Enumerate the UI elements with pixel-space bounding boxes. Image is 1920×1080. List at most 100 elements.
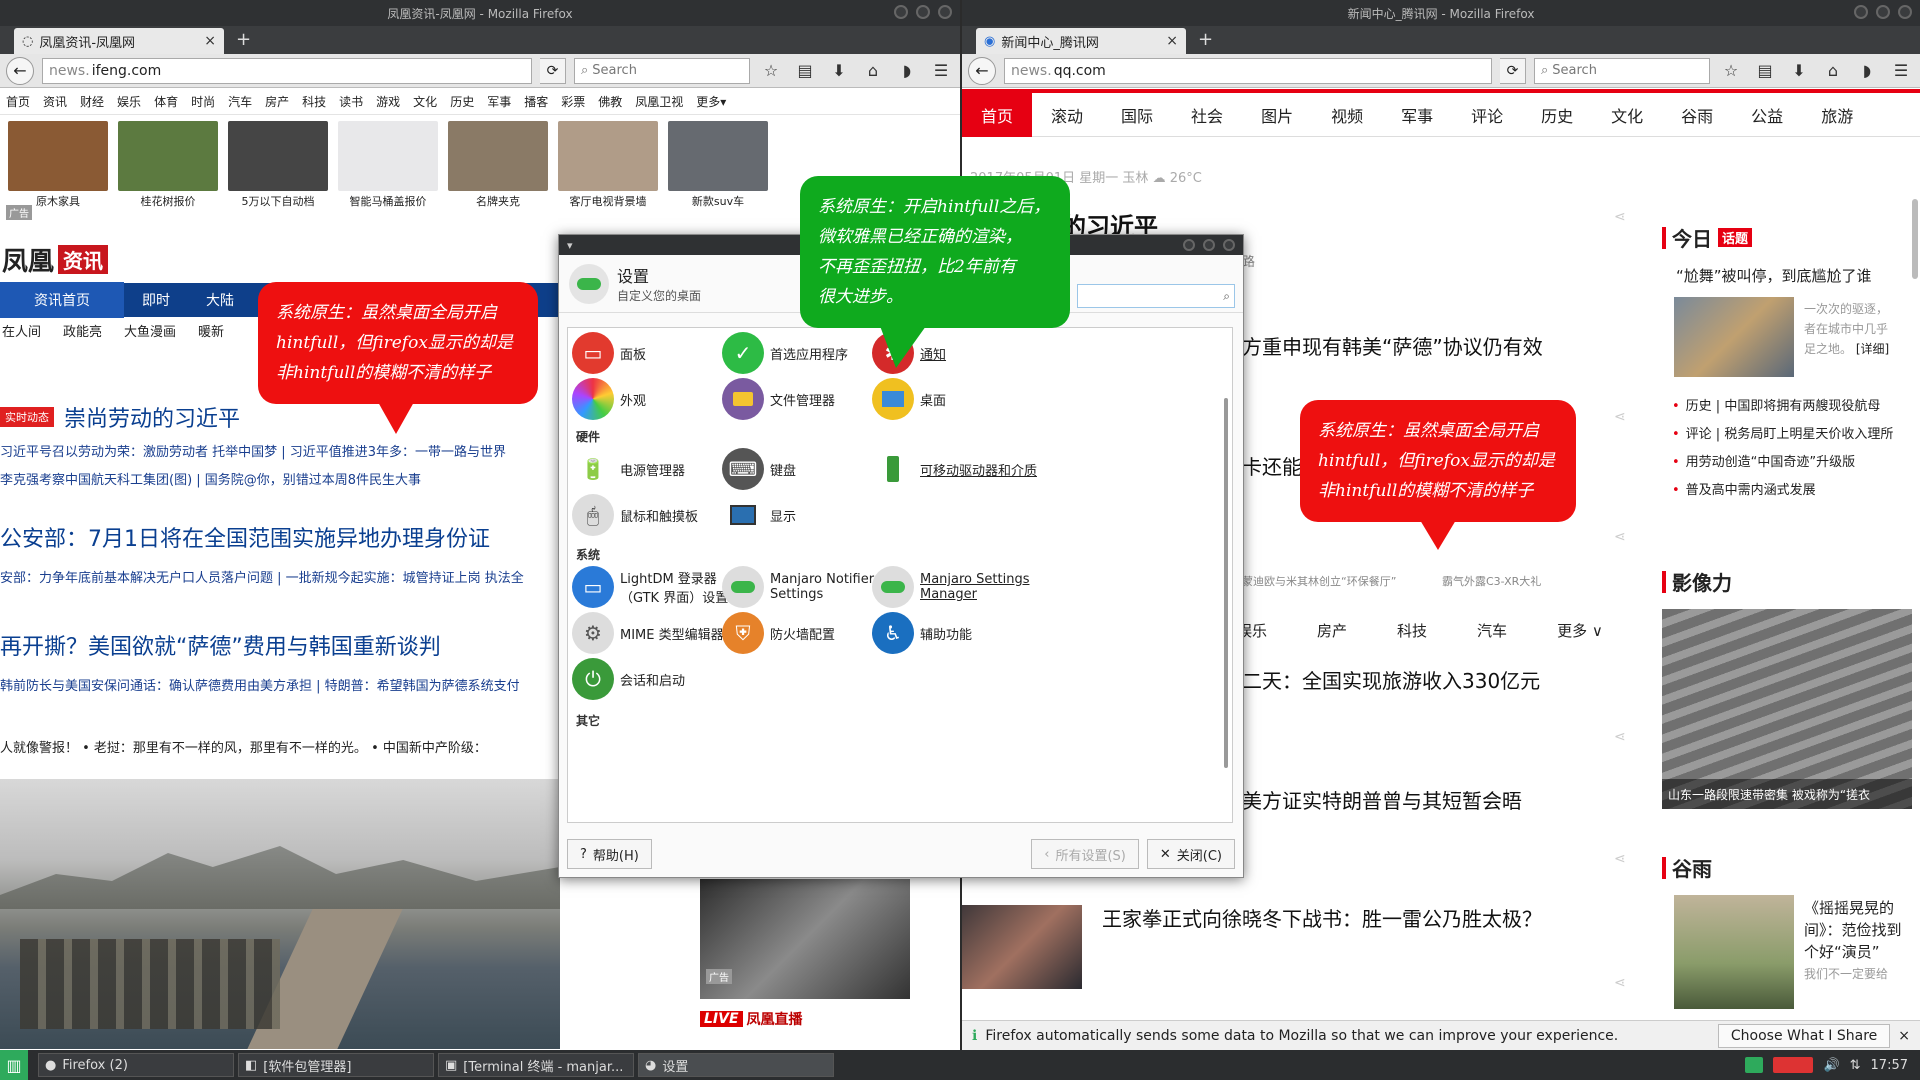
qq-nav-tab[interactable]: 旅游 (1802, 93, 1872, 137)
choose-share-button[interactable]: Choose What I Share (1717, 1023, 1891, 1048)
maximize-button[interactable] (1203, 239, 1215, 251)
share-icon[interactable]: ⋖ (1614, 851, 1626, 867)
qq-title-5[interactable]: 美方证实特朗普曾与其短暂会晤 (1242, 785, 1522, 814)
item-accessibility[interactable]: ♿ 辅助功能 (872, 612, 972, 654)
hot-links-1[interactable]: 习近平号召以劳动为荣：激励劳动者 托举中国梦 | 习近平值推进3年多：一带一路与… (0, 441, 506, 460)
item-manjaro-notifier[interactable]: Manjaro Notifier Settings (722, 566, 874, 608)
volume-icon[interactable]: 🔊 (1823, 1058, 1839, 1073)
download-icon[interactable]: ⬇ (826, 58, 852, 84)
start-menu-button[interactable]: ▥ (0, 1050, 28, 1080)
news-photo-harbor[interactable] (0, 779, 560, 1049)
close-window-button[interactable] (1223, 239, 1235, 251)
close-window-button[interactable] (1898, 5, 1912, 19)
minimize-button[interactable] (894, 5, 908, 19)
sub-menu-link[interactable]: 暖新 (198, 321, 224, 340)
pocket-icon[interactable]: ◗ (1854, 58, 1880, 84)
channel-link[interactable]: 军事 (487, 93, 511, 110)
ifeng-live-logo[interactable]: LIVE 凤凰直播 (700, 1009, 803, 1029)
taskbar-item[interactable]: ● Firefox (2) (38, 1053, 234, 1077)
category-tab[interactable]: 汽车 (1477, 620, 1507, 641)
qq-title-4[interactable]: 二天：全国实现旅游收入330亿元 (1242, 665, 1540, 694)
share-icon[interactable]: ⋖ (1614, 729, 1626, 745)
channel-link[interactable]: 房产 (265, 93, 289, 110)
close-window-button[interactable] (938, 5, 952, 19)
minimize-button[interactable] (1854, 5, 1868, 19)
channel-link[interactable]: 读书 (339, 93, 363, 110)
section-tab[interactable]: 大陆 (188, 290, 252, 310)
qq-thumb-image[interactable] (962, 905, 1082, 989)
home-icon[interactable]: ⌂ (1820, 58, 1846, 84)
item-mouse[interactable]: 🖱 鼠标和触摸板 (572, 494, 698, 536)
hot-headline[interactable]: 崇尚劳动的习近平 (64, 401, 240, 433)
qq-nav-tab[interactable]: 评论 (1452, 93, 1522, 137)
qq-title-2[interactable]: 方重申现有韩美“萨德”协议仍有效 (1242, 331, 1543, 360)
window-titlebar[interactable]: 凤凰资讯-凤凰网 - Mozilla Firefox (0, 0, 960, 26)
workspace-icon[interactable] (1773, 1057, 1814, 1073)
sub-menu-link[interactable]: 政能亮 (63, 321, 102, 340)
channel-link[interactable]: 游戏 (376, 93, 400, 110)
channel-link[interactable]: 时尚 (191, 93, 215, 110)
channel-link[interactable]: 历史 (450, 93, 474, 110)
clock[interactable]: 17:57 (1871, 1058, 1908, 1073)
item-preferred-apps[interactable]: ✓ 首选应用程序 (722, 332, 848, 374)
qq-nav-tab[interactable]: 首页 (962, 92, 1033, 137)
channel-link[interactable]: 佛教 (598, 93, 622, 110)
reading-list-icon[interactable]: ▤ (1752, 58, 1778, 84)
all-settings-button[interactable]: ‹ 所有设置(S) (1031, 839, 1139, 869)
links-4[interactable]: 韩前防长与美国安保问通话：确认萨德费用由美方承担 | 特朗普：希望韩国为萨德系统… (0, 675, 520, 694)
channel-link[interactable]: 娱乐 (117, 93, 141, 110)
channel-link[interactable]: 汽车 (228, 93, 252, 110)
dialog-scrollbar[interactable] (1224, 398, 1228, 768)
reload-button[interactable]: ⟳ (540, 57, 566, 84)
headline-3[interactable]: 再开撕？美国欲就“萨德”费用与韩国重新谈判 (0, 629, 441, 661)
reading-list-icon[interactable]: ▤ (792, 58, 818, 84)
url-bar[interactable]: news. ifeng.com (42, 57, 532, 84)
channel-link[interactable]: 体育 (154, 93, 178, 110)
close-tab-icon[interactable]: × (1166, 33, 1178, 49)
list-item[interactable]: 用劳动创造“中国奇迹”升级版 (1672, 451, 1855, 470)
today-image[interactable] (1674, 297, 1794, 377)
item-manjaro-settings-manager[interactable]: Manjaro Settings Manager (872, 566, 1029, 608)
channel-link[interactable]: 资讯 (43, 93, 67, 110)
gy-text-block[interactable]: 《摇摇晃晃的 间》：范俭找到 个好“演员” 我们不一定要给 (1804, 897, 1902, 985)
channel-link[interactable]: 凤凰卫视 (635, 93, 683, 110)
qq-nav-tab[interactable]: 公益 (1732, 93, 1802, 137)
ad-item[interactable]: 智能马桶盖报价 (338, 121, 438, 209)
search-bar[interactable]: ⌕ Search (1534, 57, 1710, 84)
ad-item[interactable]: 新款suv车 (668, 121, 768, 209)
new-tab-button[interactable]: + (236, 29, 251, 50)
headline-2[interactable]: 公安部：7月1日将在全国范围实施异地办理身份证 (0, 521, 490, 553)
category-tab[interactable]: 房产 (1317, 620, 1347, 641)
ad-item[interactable]: 桂花树报价 (118, 121, 218, 209)
qq-caption-b[interactable]: 霸气外露C3-XR大礼 (1442, 573, 1541, 589)
item-appearance[interactable]: 外观 (572, 378, 646, 420)
channel-link[interactable]: 播客 (524, 93, 548, 110)
taskbar-item[interactable]: ◕ 设置 (638, 1053, 834, 1077)
ad-item[interactable]: 名牌夹克 (448, 121, 548, 209)
channel-link[interactable]: 首页 (6, 93, 30, 110)
minimize-button[interactable] (1183, 239, 1195, 251)
section-tab[interactable]: 即时 (124, 290, 188, 310)
channel-link[interactable]: 更多▾ (696, 93, 726, 110)
item-session[interactable]: ⏻ 会话和启动 (572, 658, 685, 700)
home-icon[interactable]: ⌂ (860, 58, 886, 84)
channel-link[interactable]: 文化 (413, 93, 437, 110)
more-link[interactable]: [详细] (1856, 342, 1889, 356)
qq-title-3[interactable]: 卡还能 (1242, 451, 1302, 480)
share-icon[interactable]: ⋖ (1614, 209, 1626, 225)
links-5[interactable]: 人就像警报！ • 老挝：那里有不一样的风，那里有不一样的光。 • 中国新中产阶级… (0, 737, 487, 756)
item-lightdm[interactable]: ▭ LightDM 登录器 （GTK 界面）设置 (572, 566, 728, 608)
item-desktop[interactable]: 桌面 (872, 378, 946, 420)
item-power[interactable]: 🔋 电源管理器 (572, 448, 685, 490)
search-bar[interactable]: ⌕ Search (574, 57, 750, 84)
qq-nav-tab[interactable]: 社会 (1172, 93, 1242, 137)
item-display[interactable]: 显示 (722, 494, 796, 536)
gy-image[interactable] (1674, 895, 1794, 1009)
qq-nav-tab[interactable]: 军事 (1382, 93, 1452, 137)
ad-item[interactable]: 原木家具 (8, 121, 108, 209)
new-tab-button[interactable]: + (1198, 29, 1213, 50)
sub-menu-link[interactable]: 大鱼漫画 (124, 321, 176, 340)
bookmark-star-icon[interactable]: ☆ (758, 58, 784, 84)
hot-links-2[interactable]: 李克强考察中国航天科工集团(图) | 国务院@你，别错过本周8件民生大事 (0, 469, 421, 488)
share-icon[interactable]: ⋖ (1614, 409, 1626, 425)
